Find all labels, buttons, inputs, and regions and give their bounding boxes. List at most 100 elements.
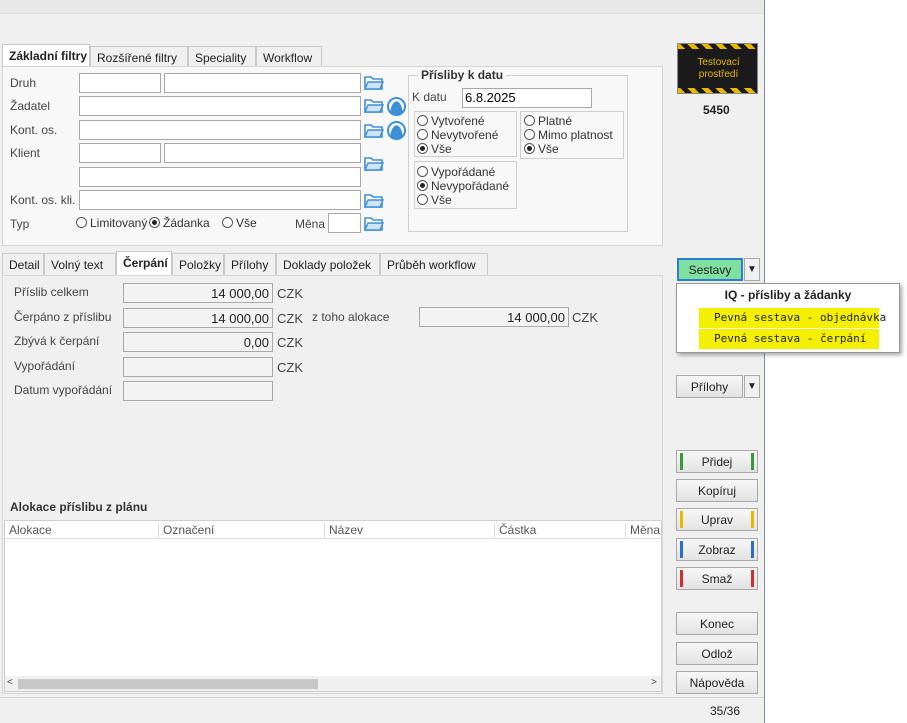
sestavy-dropdown-icon[interactable]: ▼ [744,258,760,281]
tab-cerpani[interactable]: Čerpání [116,251,172,275]
napoveda-button[interactable]: Nápověda [676,671,758,694]
currency-label: CZK [572,310,598,325]
menu-header: IQ - přísliby a žádanky [724,288,852,302]
col-oznaceni[interactable]: Označení [158,523,214,539]
smaz-button[interactable]: Smaž [676,567,758,590]
currency-label: CZK [277,311,303,326]
tab-workflow[interactable]: Workflow [256,46,322,68]
druh-code-input[interactable] [79,73,161,93]
radio-mimo-platnost[interactable]: Mimo platnost [524,128,613,142]
radio-limitovany[interactable]: Limitovaný [76,216,147,230]
radio-vse[interactable]: Vše [222,216,257,230]
datum-vyporadani-value [123,381,273,401]
menu-item-objednavka[interactable]: Pevná sestava - objednávka [699,308,886,328]
druh-name-input[interactable] [164,73,361,93]
badge-stripes-top [678,44,757,49]
prilohy-button[interactable]: Přílohy [676,375,743,398]
radio-vytvorene[interactable]: Vytvořené [417,114,485,128]
zadatel-label: Žadatel [10,99,51,113]
prislib-celkem-value: 14 000,00 [123,283,273,303]
radio-vse-vyporadane[interactable]: Vše [417,193,452,207]
badge-stripes-bottom [678,88,757,93]
folder-icon[interactable] [364,155,384,172]
tab-prilohy[interactable]: Přílohy [224,253,276,275]
person-icon[interactable] [387,97,406,116]
druh-label: Druh [10,76,37,90]
mena-label: Měna [295,217,326,231]
folder-icon[interactable] [364,122,384,139]
tab-volny-text[interactable]: Volný text [44,253,116,275]
typ-label: Typ [10,217,30,231]
alokace-title: Alokace příslibu z plánu [10,500,148,514]
alokace-value: 14 000,00 [419,307,569,327]
badge-line2: prostředí [698,69,739,80]
zbyva-label: Zbývá k čerpání [14,334,100,348]
cerpano-value: 14 000,00 [123,308,273,328]
col-mena[interactable]: Měna [625,523,660,539]
radio-vyporadane[interactable]: Vypořádané [417,165,495,179]
col-nazev[interactable]: Název [324,523,363,539]
radio-nevyporadane[interactable]: Nevypořádané [417,179,509,193]
kopiruj-button[interactable]: Kopíruj [676,479,758,502]
kont-os-input[interactable] [79,120,361,140]
tab-prubeh-workflow[interactable]: Průběh workflow [380,253,488,275]
k-datu-input[interactable]: 6.8.2025 [462,88,592,108]
prilohy-dropdown-icon[interactable]: ▼ [744,375,760,398]
title-bar [0,0,764,14]
currency-label: CZK [277,335,303,350]
uprav-button[interactable]: Uprav [676,508,758,531]
prislib-celkem-label: Příslib celkem [14,285,89,299]
cerpano-label: Čerpáno z příslibu [14,310,112,324]
record-number: 5450 [703,103,730,117]
folder-icon[interactable] [364,74,384,91]
alokace-grid[interactable] [4,520,662,692]
person-icon[interactable] [387,121,406,140]
odloz-button[interactable]: Odlož [676,642,758,665]
radio-nevytvorene[interactable]: Nevytvořené [417,128,498,142]
tab-speciality[interactable]: Speciality [188,46,256,68]
tab-zakladni-filtry[interactable]: Základní filtry [2,44,90,68]
col-castka[interactable]: Částka [494,523,536,539]
sestavy-button[interactable]: Sestavy [677,258,743,281]
klient-address-input[interactable] [79,167,361,187]
tab-doklady-polozek[interactable]: Doklady položek [276,253,380,275]
status-divider [0,697,764,698]
konec-button[interactable]: Konec [676,612,758,635]
alokace-label: z toho alokace [312,310,390,324]
folder-icon[interactable] [364,97,384,114]
currency-label: CZK [277,286,303,301]
folder-icon[interactable] [364,192,384,209]
klient-code-input[interactable] [79,143,161,163]
col-alokace[interactable]: Alokace [5,523,52,539]
badge-text: Testovací prostředí [678,57,757,81]
radio-vse-vytvorene[interactable]: Vše [417,142,452,156]
tab-detail[interactable]: Detail [2,253,44,275]
zobraz-button[interactable]: Zobraz [676,538,758,561]
mena-input[interactable] [328,213,361,233]
tab-rozsirene-filtry[interactable]: Rozšířené filtry [90,46,188,68]
kont-os-label: Kont. os. [10,123,58,137]
klient-name-input[interactable] [164,143,361,163]
zbyva-value: 0,00 [123,332,273,352]
sestavy-menu: IQ - přísliby a žádanky Pevná sestava - … [676,283,900,353]
kont-os-kli-label: Kont. os. kli. [10,193,76,207]
pridej-button[interactable]: Přidej [676,450,758,473]
scrollbar-thumb[interactable] [18,679,318,689]
folder-icon[interactable] [364,215,384,232]
pager-label: 35/36 [710,704,741,718]
scroll-right-icon[interactable]: > [651,677,657,688]
vyporadani-label: Vypořádání [14,359,75,373]
k-datu-label: K datu [412,90,447,104]
prisliby-title: Přísliby k datu [418,68,507,82]
currency-label: CZK [277,360,303,375]
zadatel-input[interactable] [79,96,361,116]
datum-vyporadani-label: Datum vypořádání [14,383,113,397]
radio-platne[interactable]: Platné [524,114,572,128]
kont-os-kli-input[interactable] [79,190,361,210]
menu-item-cerpani[interactable]: Pevná sestava - čerpání [699,329,879,349]
tab-polozky[interactable]: Položky [172,253,224,275]
test-environment-badge: Testovací prostředí [677,43,758,94]
radio-zadanka[interactable]: Žádanka [149,216,210,230]
radio-vse-platne[interactable]: Vše [524,142,559,156]
scroll-left-icon[interactable]: < [7,677,13,688]
